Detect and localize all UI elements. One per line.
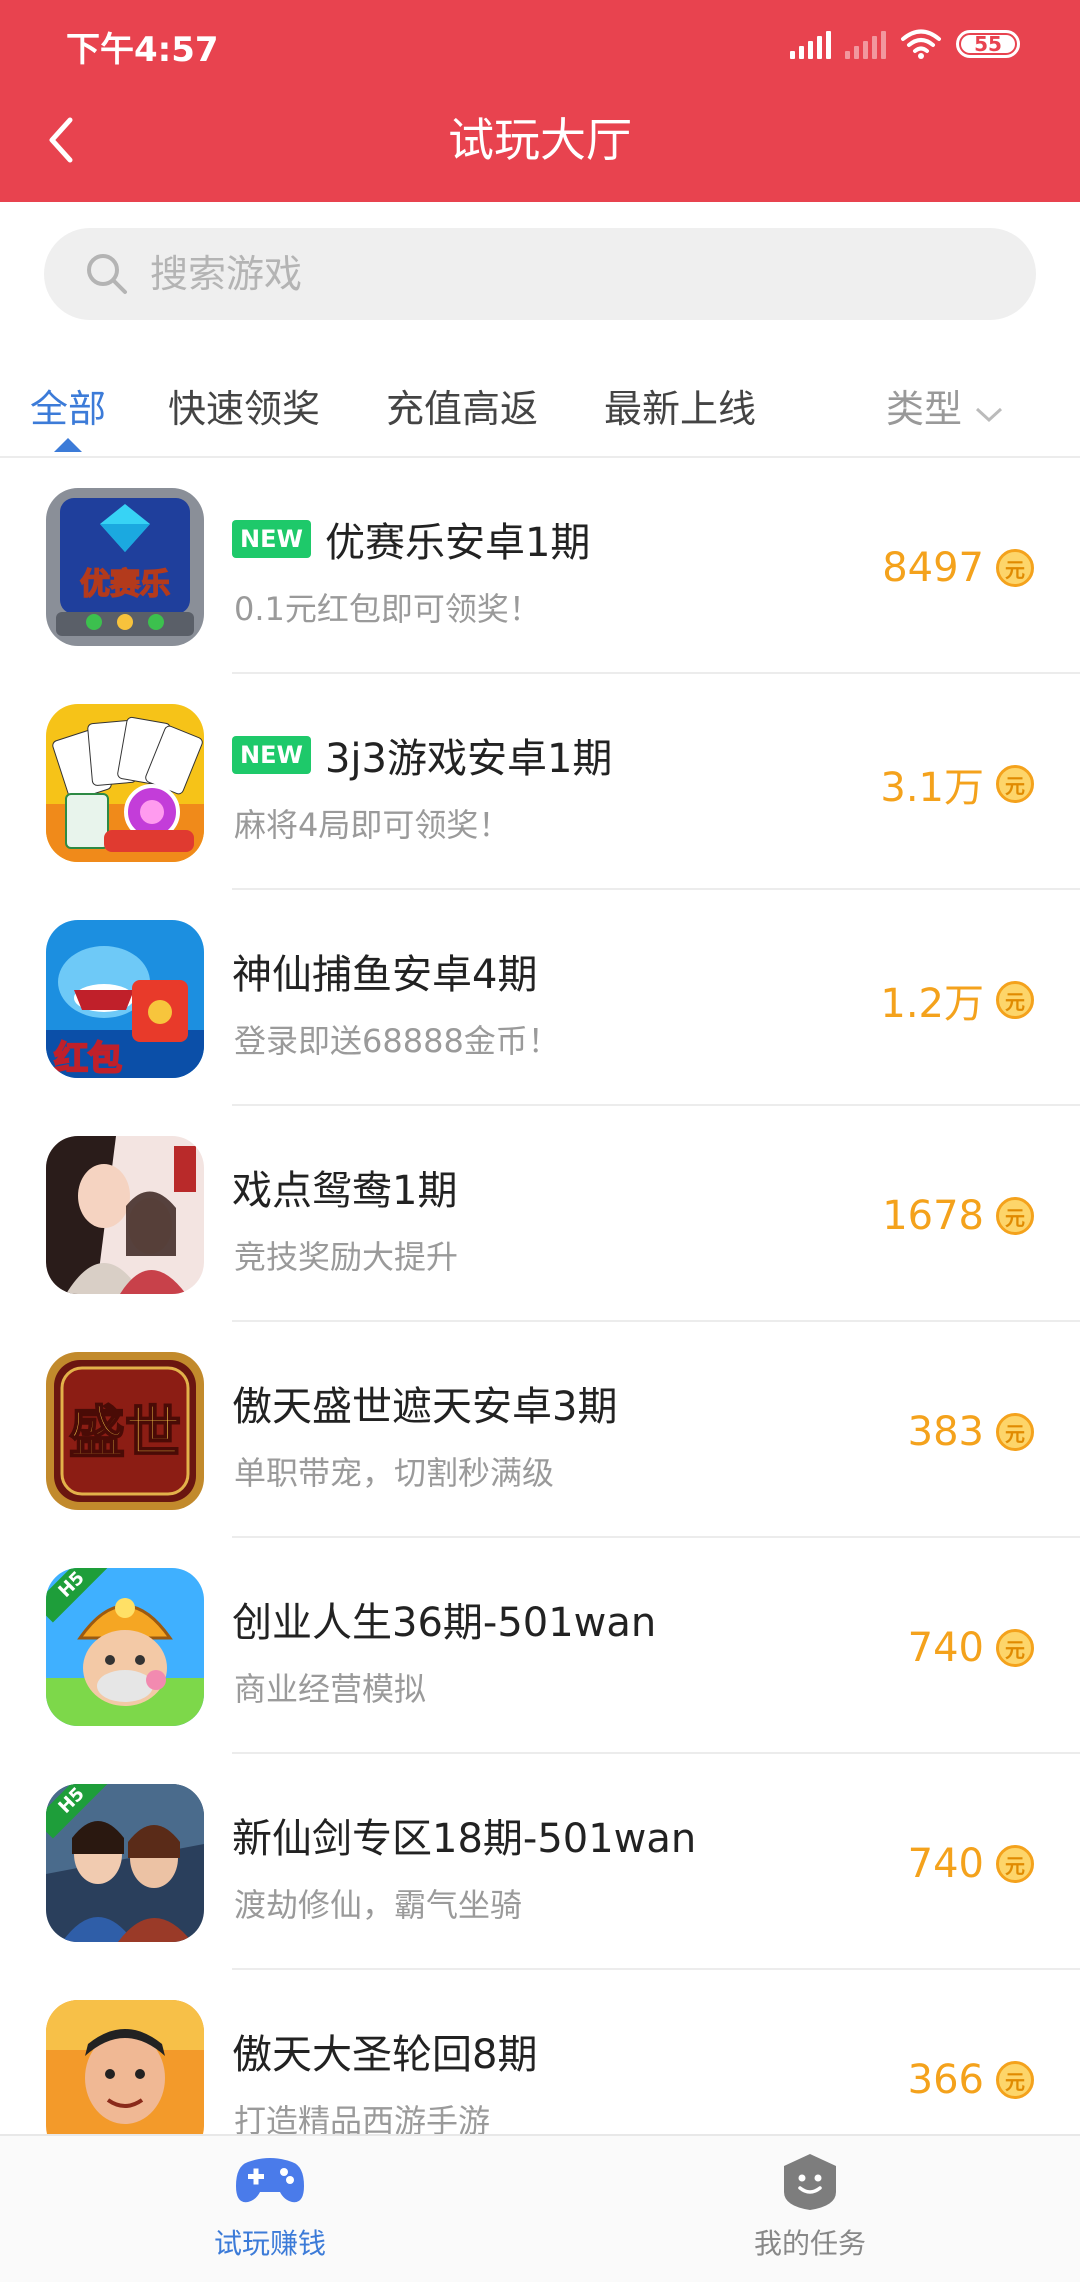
battery-level: 55 <box>974 32 1002 56</box>
search-input[interactable] <box>148 251 972 297</box>
reward-value: 366 <box>907 2057 984 2103</box>
category-tabs: 全部 快速领奖 充值高返 最新上线 类型 <box>0 340 1080 458</box>
shark-fishing-icon: 红包 <box>46 920 204 1078</box>
game-subtitle: 0.1元红包即可领奖！ <box>234 590 541 628</box>
game-title-text: 戏点鸳鸯1期 <box>232 1168 458 1214</box>
icon-text: 优赛乐 <box>80 567 170 602</box>
game-title-text: 傲天大圣轮回8期 <box>232 2032 538 2078</box>
list-item[interactable]: H5 新仙剑专区18期-501wan 渡劫修仙，霸气坐骑 740 元 <box>0 1754 1080 1970</box>
reward-amount: 740 元 <box>908 1624 1034 1672</box>
nav-trial-earn[interactable]: 试玩赚钱 <box>120 2152 420 2262</box>
tab-recharge-rebate[interactable]: 充值高返 <box>386 378 538 433</box>
game-title-text: 神仙捕鱼安卓4期 <box>232 952 538 998</box>
type-filter-label: 类型 <box>886 387 963 431</box>
game-title: 傲天大圣轮回8期 <box>232 2022 537 2080</box>
signal-secondary-icon <box>845 29 886 59</box>
new-badge: NEW <box>232 520 311 558</box>
actor-face-icon <box>46 2000 204 2134</box>
game-title: NEW 3j3游戏安卓1期 <box>232 726 612 784</box>
coin-icon: 元 <box>996 1845 1034 1883</box>
game-subtitle: 打造精品西游手游 <box>234 2102 491 2134</box>
reward-amount: 1.2万元 <box>880 976 1034 1027</box>
game-title: 傲天盛世遮天安卓3期 <box>232 1374 617 1432</box>
search-icon <box>87 254 127 294</box>
new-badge: NEW <box>232 736 311 774</box>
list-item[interactable]: 戏点鸳鸯1期 竞技奖励大提升 1678 元 <box>0 1106 1080 1322</box>
reward-amount: 3.1万元 <box>880 760 1034 811</box>
miner-character-icon: H5 <box>46 1568 204 1726</box>
game-subtitle: 麻将4局即可领奖！ <box>234 806 511 844</box>
reward-amount: 383 元 <box>908 1408 1034 1456</box>
search-bar[interactable] <box>44 228 1036 320</box>
status-time: 下午4:57 <box>66 30 219 70</box>
type-filter-dropdown[interactable]: 类型 <box>886 378 1004 434</box>
list-item[interactable]: NEW 3j3游戏安卓1期 麻将4局即可领奖！ 3.1万元 <box>0 674 1080 890</box>
game-subtitle: 渡劫修仙，霸气坐骑 <box>234 1886 523 1924</box>
list-item[interactable]: H5 创业人生36期-501wan 商业经营模拟 740 元 <box>0 1538 1080 1754</box>
nav-my-tasks[interactable]: 我的任务 <box>660 2152 960 2262</box>
reward-amount: 740 元 <box>908 1840 1034 1888</box>
game-subtitle: 单职带宠，切割秒满级 <box>234 1454 555 1492</box>
icon-text: 盛世 <box>69 1401 181 1466</box>
reward-amount: 366 元 <box>908 2056 1034 2104</box>
game-title: 创业人生36期-501wan <box>232 1590 656 1648</box>
page-title: 试玩大厅 <box>448 113 632 167</box>
signal-icon <box>790 29 831 59</box>
coin-icon: 元 <box>996 1413 1034 1451</box>
game-title: 神仙捕鱼安卓4期 <box>232 942 537 1000</box>
swordsman-heroes-icon: H5 <box>46 1784 204 1942</box>
diamond-game-icon: 优赛乐 <box>46 488 204 646</box>
coin-icon: 元 <box>996 1197 1034 1235</box>
game-title-text: 优赛乐安卓1期 <box>324 520 591 566</box>
game-title-text: 傲天盛世遮天安卓3期 <box>232 1384 618 1430</box>
tab-active-indicator <box>54 438 82 452</box>
couple-portrait-icon <box>46 1136 204 1294</box>
game-title: NEW 优赛乐安卓1期 <box>232 510 590 568</box>
coin-icon: 元 <box>996 549 1034 587</box>
reward-value: 3.1万 <box>880 765 984 811</box>
reward-value: 1678 <box>882 1193 984 1239</box>
game-list: 优赛乐 NEW 优赛乐安卓1期 0.1元红包即可领奖！ 8497 元 NEW 3j3游… <box>0 458 1080 2134</box>
reward-value: 740 <box>907 1841 984 1887</box>
list-item[interactable]: 优赛乐 NEW 优赛乐安卓1期 0.1元红包即可领奖！ 8497 元 <box>0 458 1080 674</box>
game-subtitle: 竞技奖励大提升 <box>234 1238 459 1276</box>
list-item[interactable]: 傲天大圣轮回8期 打造精品西游手游 366 元 <box>0 1970 1080 2134</box>
gamepad-icon <box>236 2158 304 2203</box>
game-title-text: 创业人生36期-501wan <box>232 1600 657 1646</box>
coin-icon: 元 <box>996 2061 1034 2099</box>
game-subtitle: 商业经营模拟 <box>234 1670 427 1708</box>
shengshi-emblem-icon: 盛世 <box>46 1352 204 1510</box>
bottom-nav: 试玩赚钱 我的任务 <box>0 2134 1080 2282</box>
chevron-down-icon <box>974 390 1004 434</box>
list-item[interactable]: 盛世 傲天盛世遮天安卓3期 单职带宠，切割秒满级 383 元 <box>0 1322 1080 1538</box>
tab-all[interactable]: 全部 <box>30 378 106 433</box>
reward-value: 383 <box>907 1409 984 1455</box>
reward-value: 1.2万 <box>880 981 984 1027</box>
poker-cards-icon <box>46 704 204 862</box>
task-shield-icon <box>784 2154 836 2210</box>
status-icons: 55 <box>790 24 1020 64</box>
reward-amount: 8497 元 <box>882 544 1034 592</box>
reward-amount: 1678 元 <box>882 1192 1034 1240</box>
wifi-icon <box>900 28 942 60</box>
game-title-text: 3j3游戏安卓1期 <box>324 736 613 782</box>
coin-icon: 元 <box>996 765 1034 803</box>
tab-quick-reward[interactable]: 快速领奖 <box>168 378 320 433</box>
game-title: 新仙剑专区18期-501wan <box>232 1806 696 1864</box>
coin-icon: 元 <box>996 1629 1034 1667</box>
nav-trial-earn-label: 试玩赚钱 <box>213 2227 326 2260</box>
game-subtitle: 登录即送68888金币！ <box>234 1022 560 1060</box>
tab-newest[interactable]: 最新上线 <box>604 378 756 433</box>
game-title-text: 新仙剑专区18期-501wan <box>232 1816 697 1862</box>
reward-value: 8497 <box>882 545 984 591</box>
icon-text: 红包 <box>54 1039 122 1078</box>
list-item[interactable]: 红包 神仙捕鱼安卓4期 登录即送68888金币！ 1.2万元 <box>0 890 1080 1106</box>
game-title: 戏点鸳鸯1期 <box>232 1158 457 1216</box>
app-header: 下午4:57 55 试玩大厅 <box>0 0 1080 202</box>
nav-my-tasks-label: 我的任务 <box>753 2227 866 2260</box>
reward-value: 740 <box>907 1625 984 1671</box>
coin-icon: 元 <box>996 981 1034 1019</box>
battery-icon: 55 <box>956 30 1020 58</box>
